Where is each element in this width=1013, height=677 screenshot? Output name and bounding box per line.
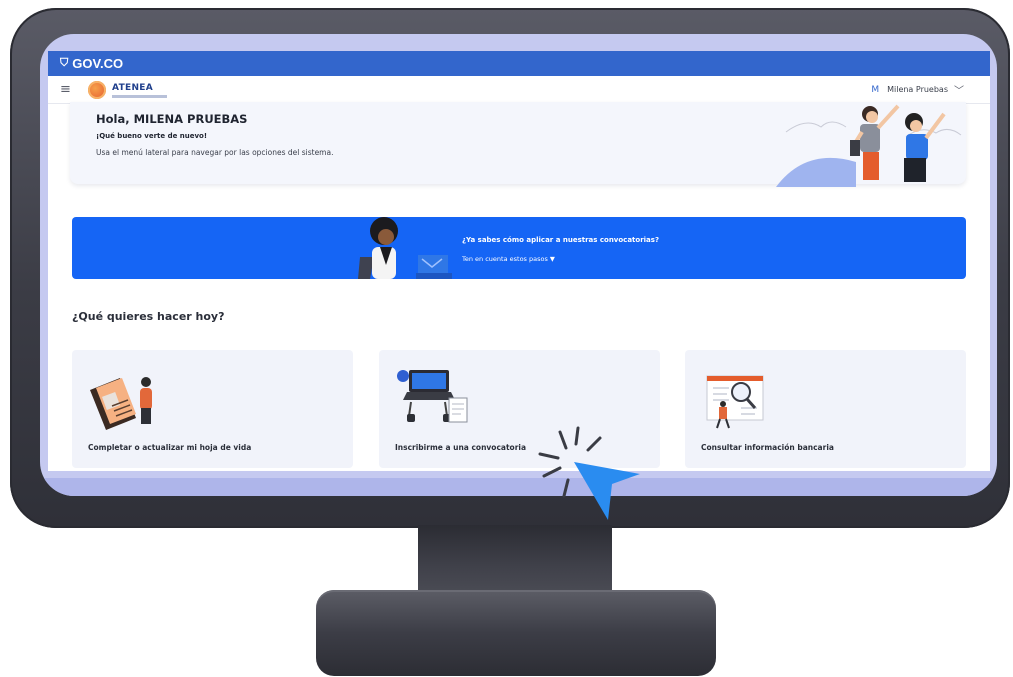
welcome-subtitle: ¡Qué bueno verte de nuevo! bbox=[96, 132, 208, 140]
main-content: Hola, MILENA PRUEBAS ¡Qué bueno verte de… bbox=[48, 102, 990, 471]
hamburger-menu-icon[interactable]: ≡ bbox=[60, 82, 74, 97]
card-label: Consultar información bancaria bbox=[701, 443, 834, 452]
welcome-title: Hola, MILENA PRUEBAS bbox=[96, 112, 248, 126]
screen: ⛉ GOV.CO ≡ ATENEA M Milena Pruebas ﹀ Hol… bbox=[48, 51, 990, 471]
card-label: Inscribirme a una convocatoria bbox=[395, 443, 527, 452]
gov-top-bar: ⛉ GOV.CO bbox=[48, 51, 990, 76]
monitor-base bbox=[316, 590, 716, 676]
resume-illustration-icon bbox=[90, 377, 152, 430]
friends-illustration-icon bbox=[776, 104, 962, 187]
woman-laptop-illustration-icon bbox=[358, 217, 452, 279]
gov-brand[interactable]: GOV.CO bbox=[72, 56, 123, 71]
gov-shield-icon: ⛉ bbox=[60, 57, 69, 69]
click-cursor-icon bbox=[538, 426, 640, 520]
card-hoja-de-vida[interactable]: Completar o actualizar mi hoja de vida bbox=[72, 350, 353, 468]
atenea-logo-icon bbox=[88, 80, 106, 99]
logo-text: ATENEA bbox=[112, 83, 153, 93]
welcome-description: Usa el menú lateral para navegar por las… bbox=[96, 148, 334, 157]
logo-tagline bbox=[112, 95, 167, 98]
banner-question: ¿Ya sabes cómo aplicar a nuestras convoc… bbox=[462, 236, 660, 244]
monitor-neck bbox=[418, 525, 612, 595]
laptop-illustration-icon bbox=[397, 370, 468, 423]
card-label: Completar o actualizar mi hoja de vida bbox=[88, 443, 252, 452]
atenea-logo[interactable]: ATENEA bbox=[88, 80, 167, 99]
magnifier-illustration-icon bbox=[706, 375, 764, 429]
section-title: ¿Qué quieres hacer hoy? bbox=[72, 310, 225, 323]
welcome-card: Hola, MILENA PRUEBAS ¡Qué bueno verte de… bbox=[70, 102, 966, 187]
card-informacion-bancaria[interactable]: Consultar información bancaria bbox=[685, 350, 966, 468]
convocatorias-banner[interactable]: ¿Ya sabes cómo aplicar a nuestras convoc… bbox=[72, 217, 966, 279]
banner-steps-toggle[interactable]: Ten en cuenta estos pasos ▼ bbox=[462, 255, 555, 263]
